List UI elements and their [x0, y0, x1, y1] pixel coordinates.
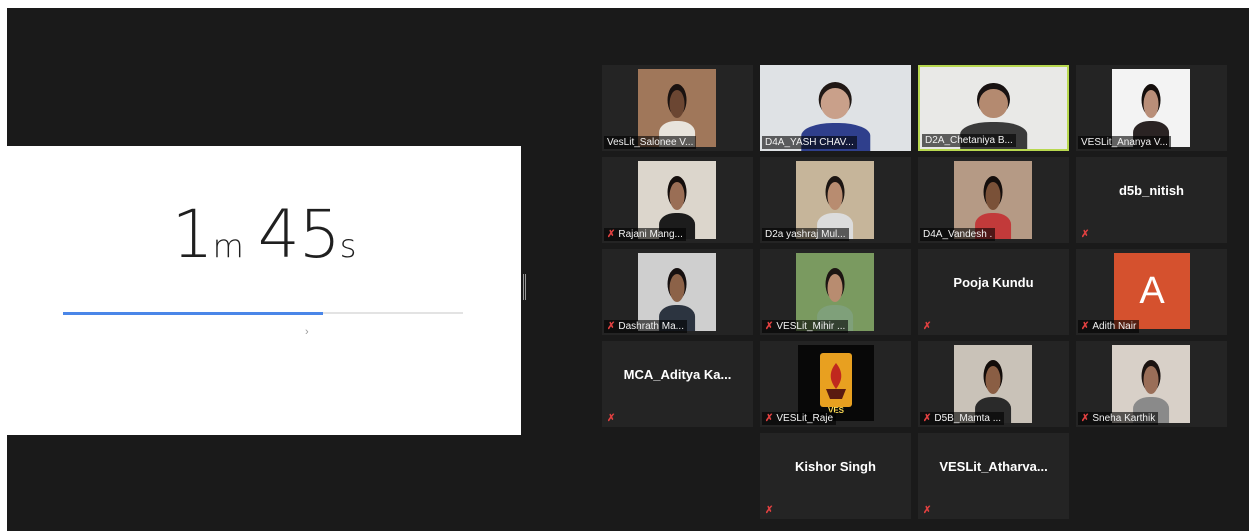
participant-label: VesLit_Salonee V...: [604, 136, 697, 149]
participant-tile[interactable]: VESLit_Ananya V...: [1076, 65, 1227, 151]
mic-muted-icon: ✗: [1081, 413, 1090, 424]
participant-name: d5b_nitish: [1118, 183, 1184, 198]
timer-seconds-unit: s: [339, 227, 357, 265]
mic-muted-icon: ✗: [765, 505, 774, 516]
participant-tile[interactable]: D4A_Vandesh .: [918, 157, 1069, 243]
shared-screen: 1m 45s ›: [7, 146, 521, 435]
avatar: A: [1114, 253, 1190, 329]
participant-name: Pooja Kundu: [953, 275, 1034, 290]
participant-tile[interactable]: D4A_YASH CHAV...: [760, 65, 911, 151]
participant-name: D2A_Chetaniya B...: [925, 135, 1013, 146]
meeting-window: 1m 45s › VesLit_Salonee V... D4A_YASH CHAV…: [7, 8, 1249, 531]
participant-label: ✗ D5B_Mamta ...: [920, 412, 1005, 425]
participant-name: Dashrath Ma...: [618, 321, 684, 332]
participant-tile[interactable]: D2A_Chetaniya B...: [918, 65, 1069, 151]
participant-label: D4A_Vandesh .: [920, 228, 996, 241]
splitter-handle[interactable]: [523, 274, 526, 300]
participant-name: D4A_YASH CHAV...: [765, 137, 854, 148]
participant-label: D4A_YASH CHAV...: [762, 136, 857, 149]
participant-label: ✗ Sneha Karthik: [1078, 412, 1159, 425]
chevron-right-icon[interactable]: ›: [305, 326, 309, 338]
participant-name: VESLit_Raje: [776, 413, 834, 424]
timer-progress-track: [63, 312, 463, 315]
participant-name: D5B_Mamta ...: [934, 413, 1002, 424]
participant-tile[interactable]: D2a yashraj Mul...: [760, 157, 911, 243]
participant-tile[interactable]: d5b_nitish ✗: [1076, 157, 1227, 243]
timer-minutes: 1: [171, 196, 214, 273]
participant-tile[interactable]: ✗ Dashrath Ma...: [602, 249, 753, 335]
participant-tile[interactable]: Kishor Singh ✗: [760, 433, 911, 519]
participant-label: VESLit_Ananya V...: [1078, 136, 1171, 149]
participant-name: D4A_Vandesh .: [923, 229, 993, 240]
mic-muted-icon: ✗: [923, 321, 932, 332]
participant-tile[interactable]: VESLit_Atharva... ✗: [918, 433, 1069, 519]
ves-logo: VES: [798, 345, 874, 421]
timer-minutes-unit: m: [212, 227, 244, 265]
participant-name: VESLit_Mihir ...: [776, 321, 846, 332]
participant-tile[interactable]: ✗ Rajani Mang...: [602, 157, 753, 243]
participant-name: Kishor Singh: [795, 459, 876, 474]
participant-tile[interactable]: MCA_Aditya Ka... ✗: [602, 341, 753, 427]
participant-label: ✗ VESLit_Mihir ...: [762, 320, 849, 333]
participant-name: Rajani Mang...: [618, 229, 683, 240]
countdown-timer: 1m 45s: [7, 196, 521, 273]
participant-label: ✗ Adith Nair: [1078, 320, 1140, 333]
mic-muted-icon: ✗: [1081, 229, 1090, 240]
participant-name: MCA_Aditya Ka...: [623, 367, 732, 382]
participant-label: ✗ VESLit_Raje: [762, 412, 837, 425]
mic-muted-icon: ✗: [765, 321, 774, 332]
participant-tile[interactable]: VesLit_Salonee V...: [602, 65, 753, 151]
participant-label: ✗ Dashrath Ma...: [604, 320, 687, 333]
participant-label: D2A_Chetaniya B...: [922, 134, 1016, 147]
participant-label: ✗ Rajani Mang...: [604, 228, 686, 241]
mic-muted-icon: ✗: [1081, 321, 1090, 332]
participant-name: Sneha Karthik: [1092, 413, 1156, 424]
participant-name: VESLit_Ananya V...: [1081, 137, 1168, 148]
participant-tile[interactable]: A ✗ Adith Nair: [1076, 249, 1227, 335]
mic-muted-icon: ✗: [607, 229, 616, 240]
participant-name: VESLit_Atharva...: [939, 459, 1048, 474]
participant-name: D2a yashraj Mul...: [765, 229, 846, 240]
mic-muted-icon: ✗: [607, 413, 616, 424]
participant-name: Adith Nair: [1092, 321, 1137, 332]
participant-tile[interactable]: Pooja Kundu ✗: [918, 249, 1069, 335]
timer-seconds: 45: [257, 196, 341, 273]
timer-progress-fill: [63, 312, 323, 315]
participant-tile[interactable]: VES ✗ VESLit_Raje: [760, 341, 911, 427]
mic-muted-icon: ✗: [923, 505, 932, 516]
mic-muted-icon: ✗: [765, 413, 774, 424]
participant-tile[interactable]: ✗ VESLit_Mihir ...: [760, 249, 911, 335]
mic-muted-icon: ✗: [607, 321, 616, 332]
mic-muted-icon: ✗: [923, 413, 932, 424]
participant-tile[interactable]: ✗ D5B_Mamta ...: [918, 341, 1069, 427]
participant-tile[interactable]: ✗ Sneha Karthik: [1076, 341, 1227, 427]
participant-label: D2a yashraj Mul...: [762, 228, 849, 241]
participant-name: VesLit_Salonee V...: [607, 137, 694, 148]
